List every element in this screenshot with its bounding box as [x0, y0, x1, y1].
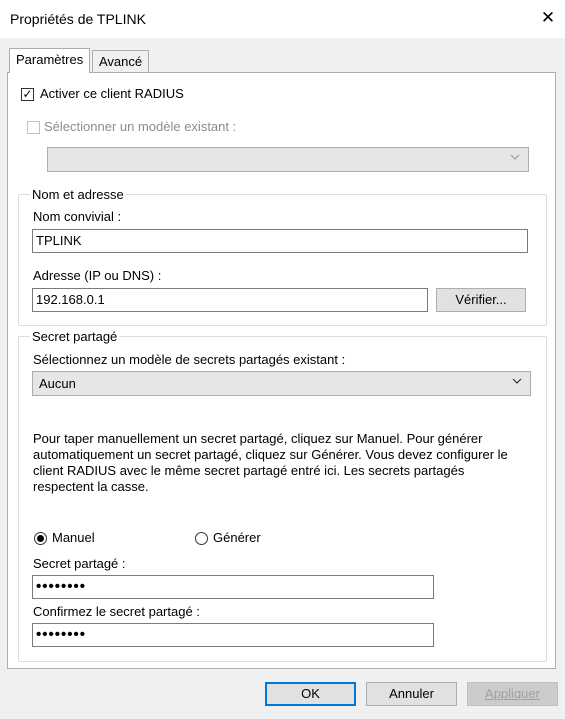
apply-button[interactable]: Appliquer: [467, 682, 558, 706]
address-input[interactable]: 192.168.0.1: [32, 288, 428, 312]
title-bar: Propriétés de TPLINK ✕: [0, 0, 565, 38]
name-address-legend: Nom et adresse: [30, 187, 126, 202]
template-label: Sélectionner un modèle existant :: [44, 119, 237, 134]
radio-dot: [37, 535, 44, 542]
confirm-label: Confirmez le secret partagé :: [33, 604, 200, 619]
secret-template-value: Aucun: [39, 376, 76, 391]
manual-label: Manuel: [52, 530, 95, 545]
radius-client-checkbox[interactable]: ✓: [21, 88, 34, 101]
confirm-input[interactable]: ••••••••: [32, 623, 434, 647]
template-checkbox[interactable]: [27, 121, 40, 134]
generate-label: Générer: [213, 530, 261, 545]
generate-radio[interactable]: [195, 532, 208, 545]
tab-avance[interactable]: Avancé: [92, 50, 150, 73]
secret-template-select[interactable]: Aucun: [32, 371, 531, 396]
chevron-down-icon: [512, 378, 522, 384]
apply-label: Appliquer: [485, 686, 540, 701]
address-label: Adresse (IP ou DNS) :: [33, 268, 162, 283]
close-icon[interactable]: ✕: [536, 6, 560, 30]
verify-button[interactable]: Vérifier...: [436, 288, 526, 312]
friendly-name-label: Nom convivial :: [33, 209, 122, 224]
tab-parametres[interactable]: Paramètres: [9, 48, 91, 73]
template-select[interactable]: [47, 147, 529, 172]
secret-template-label: Sélectionnez un modèle de secrets partag…: [33, 352, 346, 367]
friendly-name-input[interactable]: TPLINK: [32, 229, 528, 253]
ok-button[interactable]: OK: [265, 682, 356, 706]
secret-label: Secret partagé :: [33, 556, 126, 571]
radius-client-label: Activer ce client RADIUS: [40, 86, 184, 101]
cancel-button[interactable]: Annuler: [366, 682, 457, 706]
chevron-down-icon: [510, 154, 520, 160]
secret-input[interactable]: ••••••••: [32, 575, 434, 599]
window-title: Propriétés de TPLINK: [10, 11, 146, 27]
checkmark-icon: ✓: [22, 87, 33, 101]
secret-description: Pour taper manuellement un secret partag…: [33, 431, 508, 494]
manual-radio[interactable]: [34, 532, 47, 545]
shared-secret-legend: Secret partagé: [30, 329, 120, 344]
